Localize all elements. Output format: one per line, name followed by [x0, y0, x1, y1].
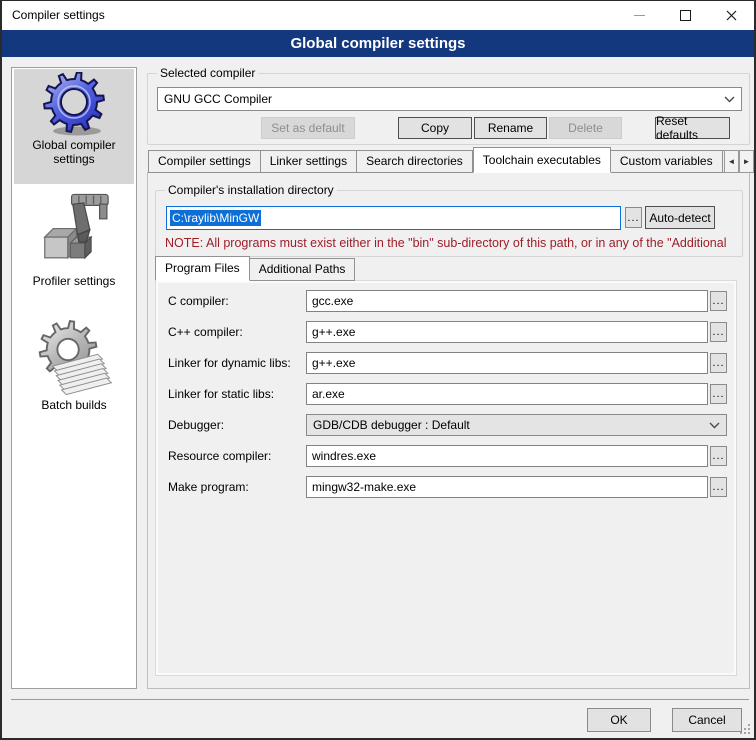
- selected-compiler-group: Selected compiler GNU GCC Compiler Set a…: [147, 73, 750, 145]
- sidebar-item-label: Profiler settings: [14, 274, 134, 288]
- field-row-resource-compiler: Resource compiler: ...: [156, 445, 736, 467]
- group-label: Compiler's installation directory: [165, 183, 337, 197]
- gray-gear-papers-icon: [36, 320, 112, 398]
- ok-button[interactable]: OK: [587, 708, 651, 732]
- cancel-button[interactable]: Cancel: [672, 708, 742, 732]
- field-label: Resource compiler:: [168, 445, 271, 467]
- minimize-icon: [634, 15, 645, 16]
- field-row-cpp-compiler: C++ compiler: ...: [156, 321, 736, 343]
- group-label: Selected compiler: [157, 66, 258, 80]
- field-label: C++ compiler:: [168, 321, 243, 343]
- debugger-select-value: GDB/CDB debugger : Default: [313, 418, 709, 432]
- resource-compiler-input[interactable]: [306, 445, 708, 467]
- settings-tab-strip: Compiler settings Linker settings Search…: [148, 147, 756, 173]
- note-text: NOTE: All programs must exist either in …: [165, 236, 739, 250]
- field-row-linker-static: Linker for static libs: ...: [156, 383, 736, 405]
- cpp-compiler-input[interactable]: [306, 321, 708, 343]
- reset-defaults-button[interactable]: Reset defaults: [655, 117, 730, 139]
- field-label: Debugger:: [168, 414, 224, 436]
- sidebar-item-profiler-settings[interactable]: Profiler settings: [14, 188, 134, 294]
- title-bar: Compiler settings: [2, 1, 754, 30]
- resize-grip[interactable]: [740, 724, 751, 735]
- program-files-tab-strip: Program Files Additional Paths: [155, 256, 355, 281]
- browse-linker-dynamic-button[interactable]: ...: [710, 353, 727, 373]
- close-icon: [726, 10, 737, 21]
- minimize-button[interactable]: [616, 1, 662, 30]
- tab-scroll-left-button[interactable]: ◄: [724, 150, 739, 173]
- dialog-banner: Global compiler settings: [2, 30, 754, 57]
- chevron-down-icon: [709, 422, 720, 429]
- set-as-default-button[interactable]: Set as default: [261, 117, 355, 139]
- linker-dynamic-input[interactable]: [306, 352, 708, 374]
- compiler-settings-dialog: Compiler settings Global compiler settin…: [0, 0, 756, 740]
- sidebar-item-batch-builds[interactable]: Batch builds: [14, 320, 134, 414]
- browse-resource-compiler-button[interactable]: ...: [710, 446, 727, 466]
- tab-scroll-right-button[interactable]: ►: [739, 150, 754, 173]
- browse-make-program-button[interactable]: ...: [710, 477, 727, 497]
- caliper-icon: [35, 188, 113, 274]
- tab-linker-settings[interactable]: Linker settings: [261, 150, 357, 173]
- tab-compiler-settings[interactable]: Compiler settings: [148, 150, 261, 173]
- c-compiler-input[interactable]: [306, 290, 708, 312]
- debugger-select[interactable]: GDB/CDB debugger : Default: [306, 414, 727, 436]
- blue-gear-icon: [42, 72, 106, 138]
- maximize-icon: [680, 10, 691, 21]
- maximize-button[interactable]: [662, 1, 708, 30]
- field-label: Linker for dynamic libs:: [168, 352, 291, 374]
- tab-search-directories[interactable]: Search directories: [357, 150, 473, 173]
- copy-button[interactable]: Copy: [398, 117, 472, 139]
- field-row-c-compiler: C compiler: ...: [156, 290, 736, 312]
- sidebar-item-global-compiler-settings[interactable]: Global compiler settings: [14, 69, 134, 184]
- field-label: Make program:: [168, 476, 249, 498]
- close-button[interactable]: [708, 1, 754, 30]
- installation-directory-value: C:\raylib\MinGW: [170, 210, 261, 226]
- field-label: C compiler:: [168, 290, 229, 312]
- installation-directory-input[interactable]: C:\raylib\MinGW: [166, 206, 621, 230]
- field-row-debugger: Debugger: GDB/CDB debugger : Default: [156, 414, 736, 436]
- sidebar-item-label: Global compiler settings: [14, 138, 134, 166]
- installation-directory-group: Compiler's installation directory C:\ray…: [155, 190, 743, 257]
- field-row-linker-dynamic: Linker for dynamic libs: ...: [156, 352, 736, 374]
- compiler-select[interactable]: GNU GCC Compiler: [157, 87, 742, 111]
- linker-static-input[interactable]: [306, 383, 708, 405]
- browse-c-compiler-button[interactable]: ...: [710, 291, 727, 311]
- browse-directory-button[interactable]: ...: [625, 207, 642, 228]
- tab-scroll-left-icon: ◄: [728, 157, 736, 166]
- tab-custom-variables[interactable]: Custom variables: [611, 150, 723, 173]
- sidebar-item-label: Batch builds: [14, 398, 134, 412]
- browse-linker-static-button[interactable]: ...: [710, 384, 727, 404]
- compiler-select-value: GNU GCC Compiler: [164, 92, 724, 106]
- field-label: Linker for static libs:: [168, 383, 274, 405]
- chevron-down-icon: [724, 96, 735, 103]
- program-files-panel: C compiler: ... C++ compiler: ... Linker…: [155, 280, 737, 676]
- make-program-input[interactable]: [306, 476, 708, 498]
- field-row-make-program: Make program: ...: [156, 476, 736, 498]
- window-title: Compiler settings: [12, 1, 105, 30]
- auto-detect-button[interactable]: Auto-detect: [645, 206, 715, 229]
- tab-toolchain-executables[interactable]: Toolchain executables: [473, 147, 611, 173]
- browse-cpp-compiler-button[interactable]: ...: [710, 322, 727, 342]
- settings-category-sidebar: Global compiler settings Profiler settin…: [11, 67, 137, 689]
- subtab-additional-paths[interactable]: Additional Paths: [250, 258, 356, 281]
- delete-button[interactable]: Delete: [549, 117, 622, 139]
- rename-button[interactable]: Rename: [474, 117, 547, 139]
- subtab-program-files[interactable]: Program Files: [155, 256, 250, 281]
- footer-separator: [11, 699, 749, 700]
- tab-scroll-right-icon: ►: [743, 157, 751, 166]
